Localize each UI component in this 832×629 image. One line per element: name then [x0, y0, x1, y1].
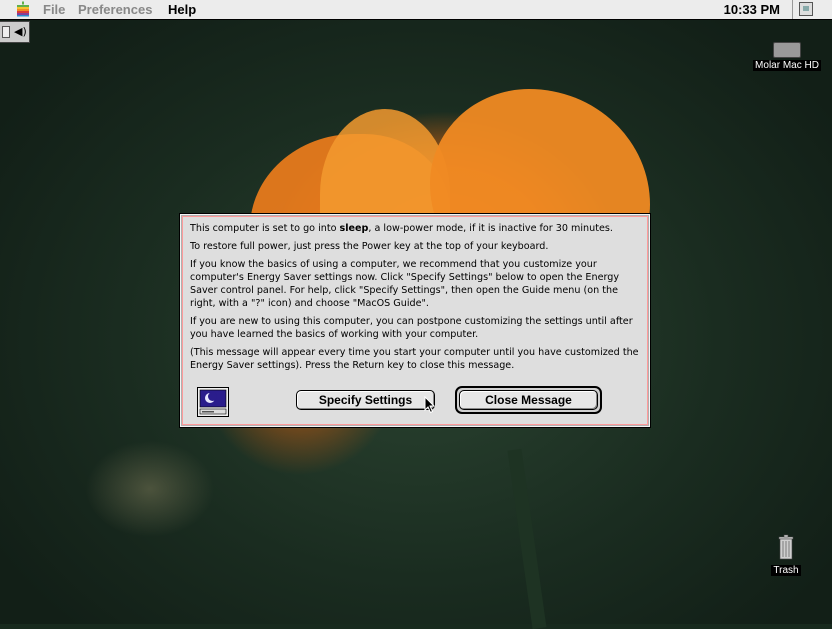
- dialog-para-customize: If you know the basics of using a comput…: [190, 259, 620, 309]
- sleep-emphasis: sleep: [339, 223, 369, 234]
- apple-menu-icon[interactable]: [16, 1, 30, 17]
- trash-icon[interactable]: Trash: [768, 534, 804, 576]
- trash-label: Trash: [771, 565, 801, 576]
- speaker-icon[interactable]: ◀): [14, 26, 27, 38]
- menu-bar: File Preferences Help 10:33 PM: [0, 0, 832, 20]
- control-strip[interactable]: ◀): [0, 21, 30, 43]
- dialog-line-sleep: This computer is set to go into sleep, a…: [190, 222, 642, 235]
- specify-settings-button[interactable]: Specify Settings: [296, 390, 435, 410]
- dialog-para-postpone: If you are new to using this computer, y…: [190, 316, 633, 340]
- menu-help[interactable]: Help: [168, 2, 196, 17]
- menu-divider: [792, 0, 793, 19]
- dialog-message: This computer is set to go into sleep, a…: [190, 222, 642, 377]
- dialog-para-note: (This message will appear every time you…: [190, 347, 639, 371]
- trash-can-graphic: [778, 534, 794, 560]
- dialog-text-span: , a low-power mode, if it is inactive fo…: [368, 223, 613, 234]
- menu-file[interactable]: File: [43, 2, 65, 17]
- close-message-button[interactable]: Close Message: [459, 390, 598, 410]
- flower-stem: [507, 448, 547, 629]
- energy-saver-alert-dialog: This computer is set to go into sleep, a…: [179, 213, 651, 428]
- dialog-text-span: This computer is set to go into: [190, 223, 340, 234]
- menu-preferences[interactable]: Preferences: [78, 2, 152, 17]
- mouse-pointer-icon: [424, 396, 436, 414]
- application-menu-icon[interactable]: [799, 2, 813, 16]
- hard-drive-label: Molar Mac HD: [753, 60, 821, 71]
- hard-drive-graphic: [773, 42, 801, 58]
- dialog-line-restore: To restore full power, just press the Po…: [190, 241, 549, 252]
- hard-drive-icon[interactable]: Molar Mac HD: [752, 42, 822, 71]
- control-strip-tab[interactable]: [2, 26, 10, 38]
- menu-clock[interactable]: 10:33 PM: [724, 2, 780, 17]
- energy-saver-moon-icon: [197, 387, 229, 417]
